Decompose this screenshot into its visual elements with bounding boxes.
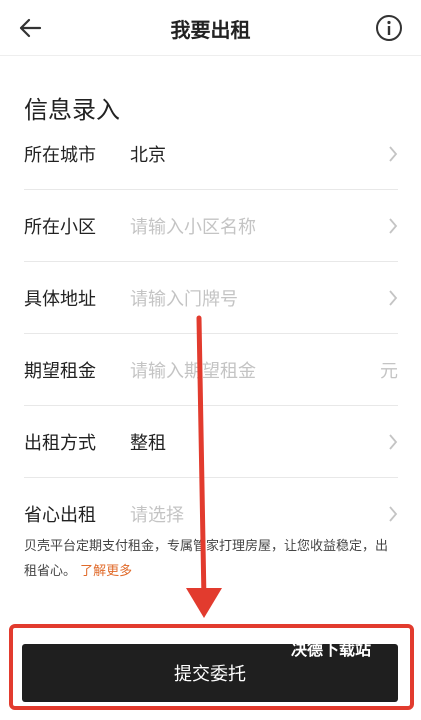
row-label: 具体地址: [24, 288, 96, 310]
chevron-right-icon: [376, 505, 398, 523]
chevron-right-icon: [376, 289, 398, 307]
rent-input[interactable]: 请输入期望租金: [130, 357, 376, 383]
row-label: 所在城市: [24, 144, 96, 166]
description-text: 贝壳平台定期支付租金，专属管家打理房屋，让您收益稳定，出租省心。: [24, 539, 389, 579]
worry-free-select[interactable]: 请选择: [130, 501, 376, 527]
row-community[interactable]: 所在小区 请输入小区名称: [24, 190, 398, 262]
row-city[interactable]: 所在城市 北京: [24, 118, 398, 190]
info-circle-icon[interactable]: [373, 12, 405, 44]
info-form: 所在城市 北京 所在小区 请输入小区名称 具体地址 请输入门牌号 期望租金 请输…: [24, 118, 398, 550]
row-rent-type[interactable]: 出租方式 整租: [24, 406, 398, 478]
address-input[interactable]: 请输入门牌号: [130, 285, 376, 311]
row-label: 出租方式: [24, 432, 96, 454]
chevron-right-icon: [376, 217, 398, 235]
row-label: 所在小区: [24, 216, 96, 238]
chevron-right-icon: [376, 433, 398, 451]
row-address[interactable]: 具体地址 请输入门牌号: [24, 262, 398, 334]
page-title: 我要出租: [170, 18, 251, 42]
chevron-right-icon: [376, 145, 398, 163]
row-value: 北京: [130, 144, 166, 166]
row-label: 期望租金: [24, 360, 96, 382]
row-label: 省心出租: [24, 505, 96, 526]
service-description: 贝壳平台定期支付租金，专属管家打理房屋，让您收益稳定，出租省心。 了解更多: [24, 534, 398, 584]
learn-more-link[interactable]: 了解更多: [80, 564, 132, 579]
nav-bar: 我要出租: [0, 0, 421, 56]
community-input[interactable]: 请输入小区名称: [130, 213, 376, 239]
unit-label: 元: [380, 360, 398, 382]
watermark: 决德下载站: [290, 640, 371, 659]
row-rent[interactable]: 期望租金 请输入期望租金 元: [24, 334, 398, 406]
row-value: 整租: [130, 432, 166, 454]
